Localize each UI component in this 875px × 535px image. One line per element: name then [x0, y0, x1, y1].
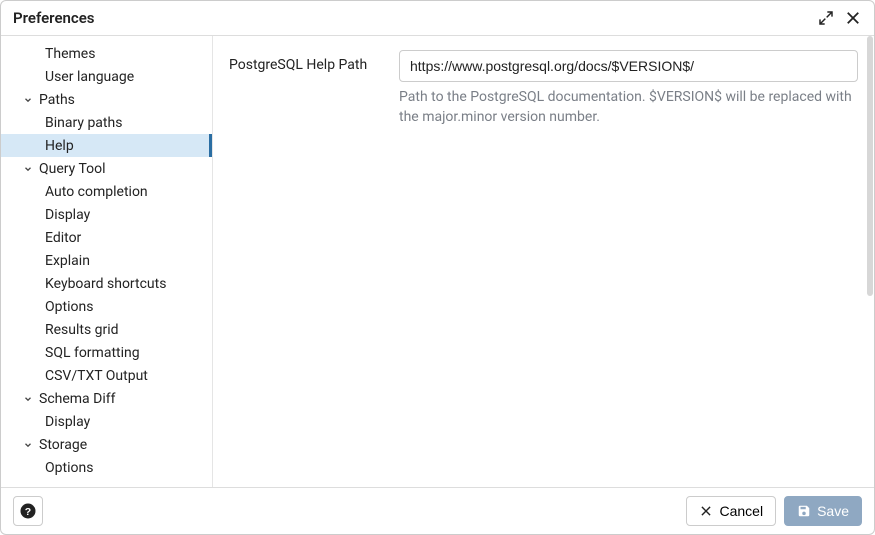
chevron-down-icon [23, 95, 35, 105]
tree-item[interactable]: Explain [1, 249, 212, 272]
tree-item[interactable]: Options [1, 295, 212, 318]
cancel-button[interactable]: Cancel [686, 496, 776, 526]
tree-group-label: Query Tool [39, 161, 106, 177]
cancel-button-label: Cancel [719, 503, 763, 519]
help-path-input[interactable] [399, 50, 858, 82]
tree-item[interactable]: Keyboard shortcuts [1, 272, 212, 295]
preferences-tree[interactable]: ThemesUser language Paths Binary pathsHelp… [1, 36, 213, 487]
tree-group[interactable]: Paths [1, 88, 212, 111]
tree-item[interactable]: Auto completion [1, 180, 212, 203]
field-help-text: Path to the PostgreSQL documentation. $V… [399, 88, 858, 127]
chevron-down-icon [23, 394, 35, 404]
save-button[interactable]: Save [784, 496, 862, 526]
dialog-title: Preferences [13, 9, 95, 27]
close-icon[interactable] [844, 9, 862, 27]
field-label-help-path: PostgreSQL Help Path [229, 50, 379, 74]
tree-group-label: Paths [39, 92, 75, 108]
svg-text:?: ? [25, 506, 31, 518]
chevron-down-icon [23, 440, 35, 450]
tree-group[interactable]: Schema Diff [1, 387, 212, 410]
tree-item[interactable]: Editor [1, 226, 212, 249]
tree-item[interactable]: CSV/TXT Output [1, 364, 212, 387]
dialog-footer: ? Cancel Save [1, 487, 874, 534]
tree-item[interactable]: Options [1, 456, 212, 479]
chevron-down-icon [23, 164, 35, 174]
help-button[interactable]: ? [13, 496, 43, 526]
tree-item[interactable]: Results grid [1, 318, 212, 341]
titlebar: Preferences [1, 1, 874, 36]
tree-item[interactable]: Help [1, 134, 212, 157]
preferences-content: PostgreSQL Help Path Path to the Postgre… [213, 36, 874, 487]
save-button-label: Save [817, 503, 849, 519]
tree-item[interactable]: Themes [1, 42, 212, 65]
tree-item[interactable]: SQL formatting [1, 341, 212, 364]
tree-group-label: Storage [39, 437, 87, 453]
tree-group[interactable]: Query Tool [1, 157, 212, 180]
expand-icon[interactable] [818, 10, 834, 26]
tree-item[interactable]: User language [1, 65, 212, 88]
tree-item[interactable]: Display [1, 203, 212, 226]
scrollbar[interactable] [867, 36, 873, 296]
tree-group[interactable]: Storage [1, 433, 212, 456]
tree-item[interactable]: Display [1, 410, 212, 433]
tree-group-label: Schema Diff [39, 391, 115, 407]
tree-item[interactable]: Binary paths [1, 111, 212, 134]
